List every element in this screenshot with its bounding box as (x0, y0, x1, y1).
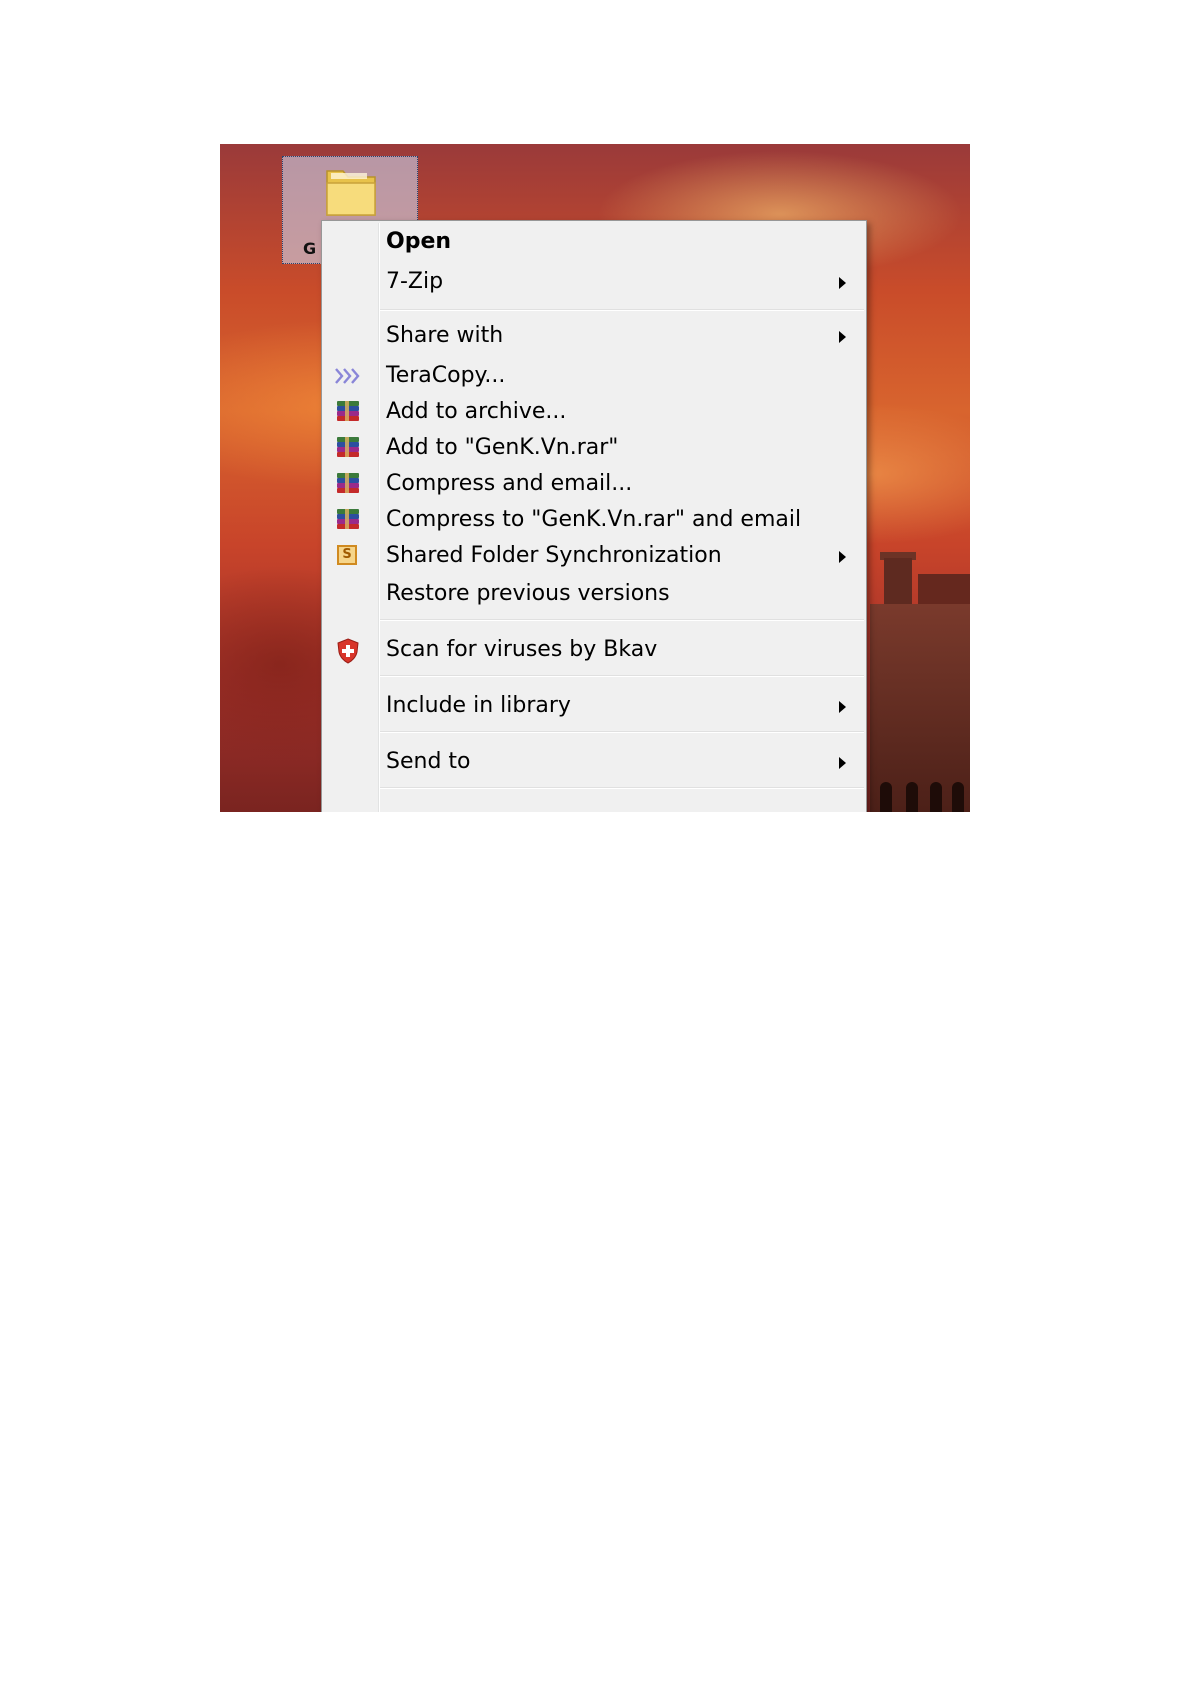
menu-item-label: Restore previous versions (386, 581, 670, 606)
winrar-icon (336, 473, 360, 495)
bkav-shield-icon (337, 638, 359, 664)
menu-item-restore-previous-versions[interactable]: Restore previous versions (322, 577, 866, 611)
menu-item-add-to-archive[interactable]: Add to archive... (322, 395, 866, 429)
menu-separator (380, 619, 864, 621)
menu-separator (380, 731, 864, 733)
context-menu: Open 7-Zip Share with TeraCopy... Add to… (321, 220, 867, 812)
menu-item-add-to-rar[interactable]: Add to "GenK.Vn.rar" (322, 431, 866, 465)
submenu-arrow-icon (839, 757, 846, 769)
menu-item-scan-bkav[interactable]: Scan for viruses by Bkav (322, 633, 866, 667)
menu-separator (380, 787, 864, 789)
menu-item-label: Add to archive... (386, 399, 567, 424)
menu-item-include-in-library[interactable]: Include in library (322, 689, 866, 723)
menu-item-label: Share with (386, 323, 504, 348)
menu-item-label: TeraCopy... (386, 363, 506, 388)
menu-item-label: Compress and email... (386, 471, 633, 496)
menu-separator (380, 309, 864, 311)
menu-item-label: Shared Folder Synchronization (386, 543, 722, 568)
folder-name-label: G (303, 239, 317, 258)
submenu-arrow-icon (839, 331, 846, 343)
menu-item-open[interactable]: Open (322, 225, 866, 259)
menu-item-label: Include in library (386, 693, 571, 718)
menu-item-compress-to-rar-and-email[interactable]: Compress to "GenK.Vn.rar" and email (322, 503, 866, 537)
winrar-icon (336, 401, 360, 423)
submenu-arrow-icon (839, 277, 846, 289)
winrar-icon (336, 509, 360, 531)
menu-item-label: Compress to "GenK.Vn.rar" and email (386, 507, 802, 532)
menu-item-label: Add to "GenK.Vn.rar" (386, 435, 619, 460)
submenu-arrow-icon (839, 551, 846, 563)
menu-item-shared-folder-sync[interactable]: S Shared Folder Synchronization (322, 539, 866, 573)
teracopy-icon (335, 368, 360, 384)
menu-separator (380, 675, 864, 677)
menu-item-send-to[interactable]: Send to (322, 745, 866, 779)
folder-icon (326, 170, 376, 216)
menu-item-compress-and-email[interactable]: Compress and email... (322, 467, 866, 501)
background-building (870, 552, 970, 812)
menu-item-label: 7-Zip (386, 269, 444, 294)
menu-item-7zip[interactable]: 7-Zip (322, 265, 866, 299)
sync-icon: S (337, 545, 357, 565)
menu-item-share-with[interactable]: Share with (322, 319, 866, 353)
menu-item-label: Scan for viruses by Bkav (386, 637, 658, 662)
submenu-arrow-icon (839, 701, 846, 713)
menu-item-label: Send to (386, 749, 471, 774)
menu-item-label: Open (386, 229, 452, 254)
screenshot-crop: G Open 7-Zip Share with TeraCopy... Add … (220, 144, 970, 812)
winrar-icon (336, 437, 360, 459)
menu-item-teracopy[interactable]: TeraCopy... (322, 359, 866, 393)
